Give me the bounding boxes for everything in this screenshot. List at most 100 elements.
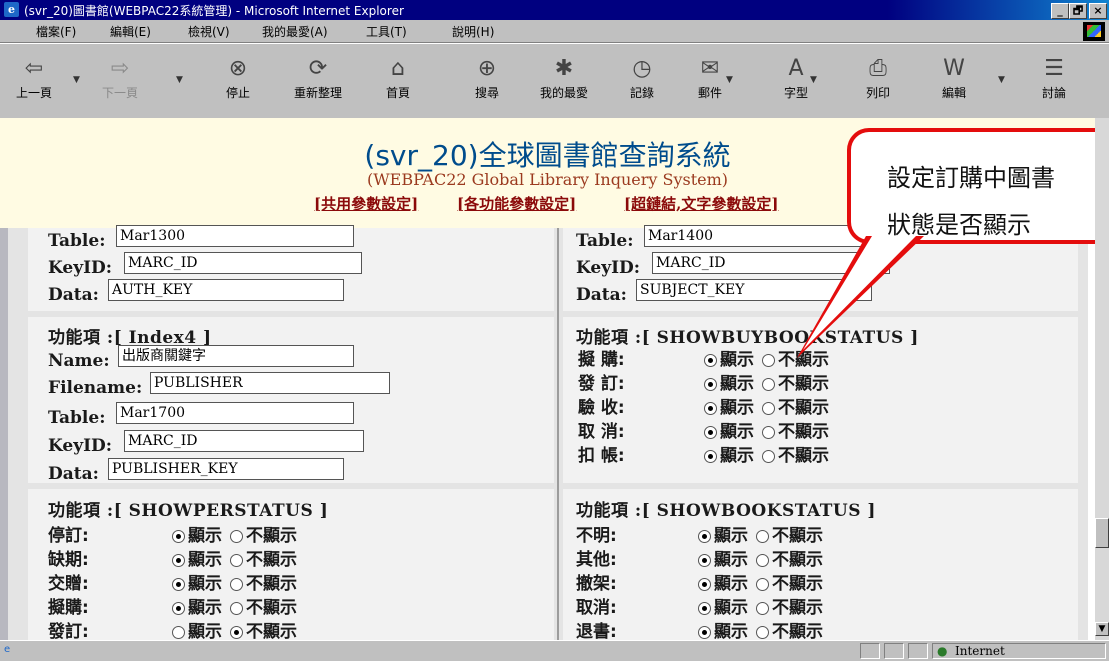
radio-hide[interactable] [762, 377, 775, 391]
window-title: (svr_20)圖書館(WEBPAC22系統管理) - Microsoft In… [24, 4, 404, 18]
radio-hide[interactable] [230, 601, 243, 615]
radio-label-hide: 不顯示 [246, 598, 297, 618]
radio-show[interactable] [704, 401, 717, 415]
home-icon: ⌂ [391, 56, 405, 81]
radio-hide[interactable] [762, 449, 775, 463]
ie-icon[interactable]: e [4, 2, 19, 17]
back-button[interactable]: ⇦ 上一頁 [4, 50, 64, 110]
menu-file[interactable]: 檔案(F) [36, 23, 76, 40]
restore-button[interactable]: 🗗 [1069, 3, 1087, 19]
stop-button[interactable]: ⊗ 停止 [208, 50, 268, 110]
radio-hide[interactable] [230, 577, 243, 591]
radio-show[interactable] [704, 425, 717, 439]
forward-dropdown-icon[interactable]: ▼ [176, 75, 183, 85]
print-icon: ⎙ [869, 56, 887, 81]
status-pane-3 [908, 643, 928, 659]
option-radio-group: 顯示 不顯示 [172, 617, 305, 640]
font-button[interactable]: A 字型 [766, 50, 826, 110]
radio-hide[interactable] [230, 625, 243, 639]
print-button[interactable]: ⎙ 列印 [848, 50, 908, 110]
radio-hide[interactable] [756, 553, 769, 567]
home-button[interactable]: ⌂ 首頁 [368, 50, 428, 110]
option-radio-group: 顯示 不顯示 [698, 545, 831, 570]
forward-button[interactable]: ⇨ 下一頁 [90, 50, 150, 110]
refresh-button[interactable]: ⟳ 重新整理 [282, 50, 354, 110]
zone-label: Internet [955, 644, 1005, 658]
keyid-field[interactable]: MARC_ID [124, 430, 364, 452]
radio-label-show: 顯示 [188, 622, 222, 640]
radio-label-show: 顯示 [714, 550, 748, 570]
table-field[interactable]: Mar1700 [116, 402, 354, 424]
label-data: Data: [576, 285, 627, 305]
radio-label-hide: 不顯示 [778, 374, 829, 394]
radio-hide[interactable] [762, 353, 775, 367]
radio-hide[interactable] [230, 529, 243, 543]
radio-hide[interactable] [762, 425, 775, 439]
label-table: Table: [48, 408, 106, 428]
filename-field[interactable]: PUBLISHER [150, 372, 390, 394]
radio-show[interactable] [704, 353, 717, 367]
menu-view[interactable]: 檢視(V) [188, 23, 230, 40]
discuss-button[interactable]: ☰ 討論 [1024, 50, 1084, 110]
edit-button[interactable]: W 編輯 [924, 50, 984, 110]
search-button[interactable]: ⊕ 搜尋 [457, 50, 517, 110]
menu-help[interactable]: 說明(H) [452, 23, 494, 40]
vertical-scrollbar[interactable]: ▼ [1095, 118, 1109, 640]
radio-hide[interactable] [756, 529, 769, 543]
radio-show[interactable] [172, 529, 185, 543]
toolbar: ⇦ 上一頁 ▼ ⇨ 下一頁 ▼ ⊗ 停止 ⟳ 重新整理 ⌂ 首頁 ⊕ 搜尋 ✱ … [0, 43, 1109, 120]
radio-show[interactable] [172, 601, 185, 615]
radio-show[interactable] [172, 577, 185, 591]
close-button[interactable]: × [1089, 3, 1107, 19]
radio-hide[interactable] [756, 577, 769, 591]
scrollbar-thumb[interactable] [1095, 518, 1109, 548]
radio-show[interactable] [698, 625, 711, 639]
radio-show[interactable] [698, 553, 711, 567]
link-shared-params[interactable]: [共用參數設定] [314, 193, 418, 214]
minimize-button[interactable]: _ [1051, 3, 1069, 19]
option-row-label: 停訂: [48, 526, 89, 546]
scroll-down-button[interactable]: ▼ [1095, 622, 1109, 636]
option-radio-group: 顯示 不顯示 [704, 393, 837, 418]
menu-tools[interactable]: 工具(T) [366, 23, 407, 40]
name-field[interactable]: 出版商關鍵字 [118, 345, 354, 367]
radio-show[interactable] [704, 449, 717, 463]
link-hyperlink-params[interactable]: [超鏈結,文字參數設定] [624, 193, 778, 214]
back-dropdown-icon[interactable]: ▼ [73, 75, 80, 85]
radio-show[interactable] [698, 601, 711, 615]
search-icon: ⊕ [477, 56, 497, 81]
menu-favorites[interactable]: 我的最愛(A) [262, 23, 328, 40]
mail-dropdown-icon[interactable]: ▼ [726, 75, 733, 85]
callout-pointer [797, 236, 924, 358]
history-button[interactable]: ◷ 記錄 [612, 50, 672, 110]
back-arrow-icon: ⇦ [24, 56, 44, 81]
option-row-label: 退書: [576, 622, 617, 640]
link-function-params[interactable]: [各功能參數設定] [457, 193, 576, 214]
option-row-label: 撤架: [576, 574, 617, 594]
favorites-button[interactable]: ✱ 我的最愛 [528, 50, 600, 110]
radio-label-show: 顯示 [720, 422, 754, 442]
radio-hide[interactable] [756, 625, 769, 639]
radio-hide[interactable] [762, 401, 775, 415]
data-field[interactable]: AUTH_KEY [108, 279, 344, 301]
radio-show[interactable] [172, 553, 185, 567]
radio-hide[interactable] [230, 553, 243, 567]
radio-show[interactable] [698, 529, 711, 543]
font-dropdown-icon[interactable]: ▼ [810, 75, 817, 85]
label-data: Data: [48, 285, 99, 305]
radio-label-hide: 不顯示 [772, 622, 823, 640]
radio-label-hide: 不顯示 [246, 574, 297, 594]
left-border [0, 228, 8, 640]
radio-label-hide: 不顯示 [772, 598, 823, 618]
data-field[interactable]: PUBLISHER_KEY [108, 458, 344, 480]
edit-dropdown-icon[interactable]: ▼ [998, 75, 1005, 85]
radio-show[interactable] [172, 625, 185, 639]
table-field[interactable]: Mar1300 [116, 225, 354, 247]
history-icon: ◷ [632, 56, 652, 81]
option-row-label: 扣 帳: [578, 446, 625, 466]
radio-show[interactable] [704, 377, 717, 391]
radio-hide[interactable] [756, 601, 769, 615]
radio-show[interactable] [698, 577, 711, 591]
keyid-field[interactable]: MARC_ID [124, 252, 362, 274]
menu-edit[interactable]: 編輯(E) [110, 23, 151, 40]
